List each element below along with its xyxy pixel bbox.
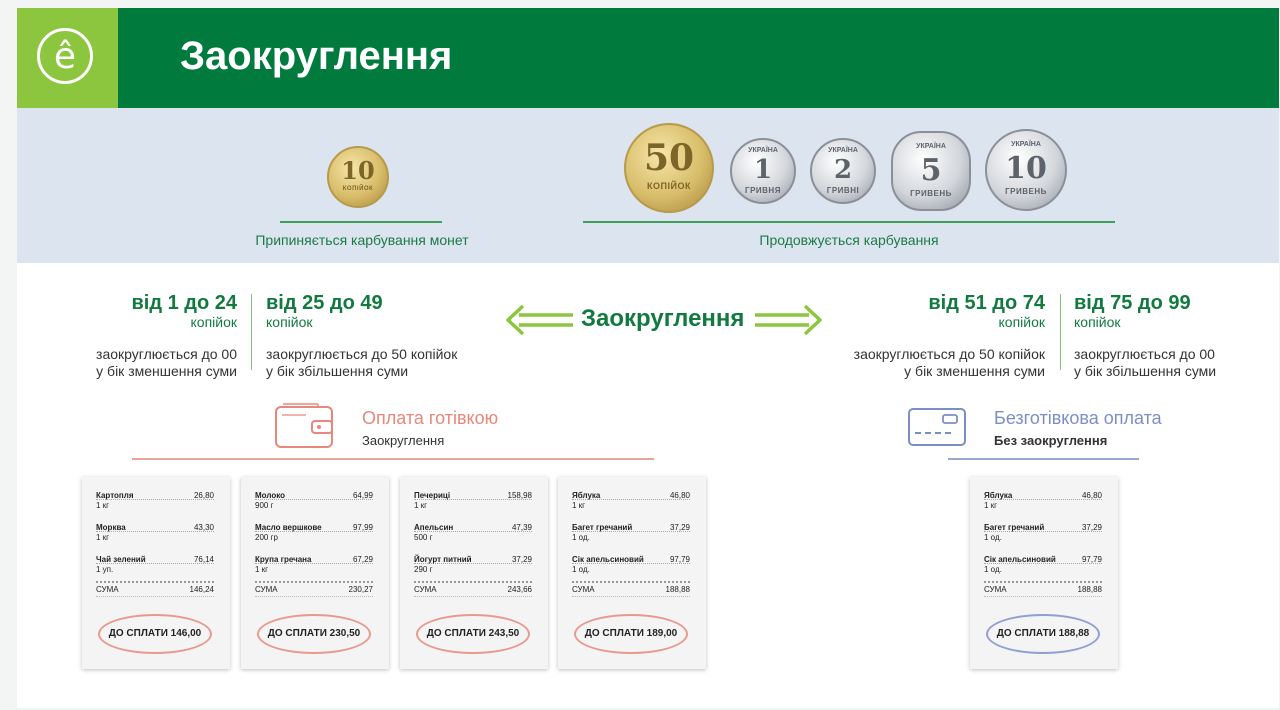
receipt-sum-label: СУМА [96, 585, 119, 594]
cash-underline [132, 458, 654, 460]
range-75-99-unit: копійок [1074, 314, 1121, 330]
receipt-sum-label: СУМА [414, 585, 437, 594]
center-rounding-label: Заокруглення [581, 305, 745, 332]
range-25-49-unit: копійок [266, 314, 313, 330]
range-1-24: від 1 до 24 [131, 292, 238, 314]
arrow-right-icon [755, 304, 822, 336]
receipt-sum-value: 188,88 [1077, 585, 1102, 594]
receipt-sum-label: СУМА [255, 585, 278, 594]
slide: ê Заокруглення 10 КОПІЙОК Припиняється к… [17, 8, 1279, 708]
receipt-to-pay: ДО СПЛАТИ 243,50 [416, 614, 530, 654]
range-75-99-desc2: у бік збільшення суми [1074, 363, 1217, 379]
receipt-to-pay: ДО СПЛАТИ 189,00 [574, 614, 688, 654]
arrow-left-icon [506, 304, 573, 336]
range-25-49: від 25 до 49 [266, 292, 383, 314]
receipt-sum-value: 230,27 [348, 585, 373, 594]
continued-underline [583, 221, 1115, 223]
receipt-to-pay: ДО СПЛАТИ 230,50 [257, 614, 371, 654]
stopped-underline [280, 221, 442, 223]
range-75-99-desc1: заокруглюється до 00 [1074, 346, 1215, 362]
coin-5-hryven-icon: УКРАЇНА 5 ГРИВЕНЬ [891, 131, 971, 211]
logo-box: ê [17, 8, 118, 108]
receipt-sum-label: СУМА [984, 585, 1007, 594]
wallet-icon [275, 403, 333, 448]
coin-50-kopiyok-icon: 50 КОПІЙОК [624, 123, 714, 213]
range-51-74-unit: копійок [998, 314, 1046, 330]
range-51-74: від 51 до 74 [928, 292, 1045, 314]
range-25-49-desc2: у бік збільшення суми [266, 363, 409, 379]
coins-band: 10 КОПІЙОК Припиняється карбування монет… [17, 108, 1279, 263]
card-icon [908, 408, 966, 446]
page-title: Заокруглення [180, 34, 453, 78]
stopped-label: Припиняється карбування монет [255, 232, 469, 248]
cashless-underline [948, 458, 1139, 460]
continued-label: Продовжується карбування [759, 232, 939, 248]
coin-10-hryven-icon: УКРАЇНА 10 ГРИВЕНЬ [985, 129, 1067, 211]
receipt-sum-label: СУМА [572, 585, 595, 594]
cashless-subtitle: Без заокруглення [994, 433, 1108, 448]
range-51-74-desc1: заокруглюється до 50 копійок [853, 346, 1045, 362]
cash-subtitle: Заокруглення [362, 433, 445, 448]
range-1-24-desc1: заокруглюється до 00 [96, 346, 237, 362]
range-1-24-desc2: у бік зменшення суми [96, 363, 237, 379]
range-divider-left [251, 294, 252, 370]
hryvnia-logo-icon: ê [37, 28, 93, 84]
range-51-74-desc2: у бік зменшення суми [904, 363, 1045, 379]
receipt-to-pay: ДО СПЛАТИ 188,88 [986, 614, 1100, 654]
range-divider-right [1060, 294, 1061, 370]
coin-1-hryvnia-icon: УКРАЇНА 1 ГРИВНЯ [730, 138, 796, 204]
receipt-sum-value: 188,88 [665, 585, 690, 594]
receipt-5-cashless: Яблука 46,80 1 кг Багет гречаний 37,29 1 од.… [970, 477, 1118, 669]
receipt-sum-value: 146,24 [189, 585, 214, 594]
receipt-to-pay: ДО СПЛАТИ 146,00 [98, 614, 212, 654]
range-75-99: від 75 до 99 [1074, 292, 1191, 314]
range-1-24-unit: копійок [190, 314, 238, 330]
coin-10-kopiyok-icon: 10 КОПІЙОК [327, 146, 389, 208]
header-bar: ê Заокруглення [17, 8, 1279, 108]
receipt-3: Печериці 158,98 1 кг Апельсин 47,39 500 г Йо… [400, 477, 548, 669]
receipt-1: Картопля 26,80 1 кг Морква 43,30 1 кг Чай зе… [82, 477, 230, 669]
receipt-2: Молоко 64,99 900 г Масло вершкове 97,99 200 … [241, 477, 389, 669]
receipt-4: Яблука 46,80 1 кг Багет гречаний 37,29 1 од.… [558, 477, 706, 669]
cashless-title: Безготівкова оплата [994, 408, 1162, 428]
range-25-49-desc1: заокруглюється до 50 копійок [266, 346, 458, 362]
coin-2-hryvni-icon: УКРАЇНА 2 ГРИВНІ [810, 138, 876, 204]
receipt-sum-value: 243,66 [507, 585, 532, 594]
logo-glyph: ê [53, 36, 77, 77]
cash-title: Оплата готівкою [362, 408, 499, 428]
